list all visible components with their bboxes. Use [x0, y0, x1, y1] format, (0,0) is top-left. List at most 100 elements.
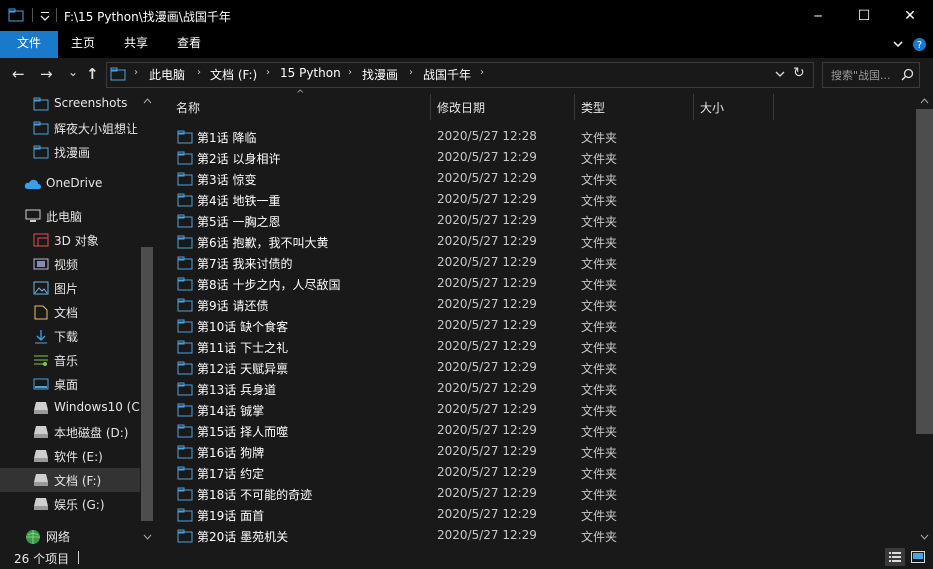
- sidebar-item-downloads[interactable]: 下载: [0, 324, 140, 348]
- sidebar-item-music[interactable]: 音乐: [0, 348, 140, 372]
- file-row[interactable]: 第20话 墨苑机关 2020/5/27 12:29 文件夹: [158, 525, 914, 546]
- file-row[interactable]: 第11话 下士之礼 2020/5/27 12:29 文件夹: [158, 336, 914, 357]
- file-type: 文件夹: [581, 509, 618, 523]
- file-type: 文件夹: [581, 215, 618, 229]
- tab-share[interactable]: 共享: [113, 31, 159, 58]
- breadcrumb-separator[interactable]: ›: [348, 67, 352, 78]
- column-divider[interactable]: [574, 94, 575, 120]
- tab-home[interactable]: 主页: [60, 31, 106, 58]
- address-bar[interactable]: › 此电脑 › 文档 (F:) › 15 Python › 找漫画 › 战国千年…: [106, 62, 814, 88]
- search-box[interactable]: 搜索"战国...: [822, 62, 920, 88]
- tab-file[interactable]: 文件: [0, 31, 58, 58]
- sidebar-item-pictures[interactable]: 图片: [0, 276, 140, 300]
- large-icons-view-button[interactable]: [908, 548, 928, 566]
- folder-icon: [177, 256, 193, 270]
- sidebar-scrollbar-thumb[interactable]: [141, 247, 153, 521]
- close-button[interactable]: ✕: [887, 0, 933, 31]
- sidebar-item-drive-c[interactable]: Windows10 (C: [0, 396, 140, 420]
- breadcrumb-this-pc[interactable]: 此电脑: [149, 66, 185, 83]
- file-row[interactable]: 第9话 请还债 2020/5/27 12:29 文件夹: [158, 294, 914, 315]
- file-row[interactable]: 第3话 惊变 2020/5/27 12:29 文件夹: [158, 168, 914, 189]
- breadcrumb-separator[interactable]: ›: [134, 67, 138, 78]
- file-row[interactable]: 第15话 择人而噬 2020/5/27 12:29 文件夹: [158, 420, 914, 441]
- file-row[interactable]: 第2话 以身相许 2020/5/27 12:29 文件夹: [158, 147, 914, 168]
- breadcrumb-15-python[interactable]: 15 Python: [280, 66, 341, 80]
- file-modified-date: 2020/5/27 12:29: [437, 171, 537, 185]
- file-list-scrollbar[interactable]: [916, 92, 933, 546]
- sidebar-item-network[interactable]: 网络: [0, 524, 140, 546]
- sidebar-item-drive-e[interactable]: 软件 (E:): [0, 444, 140, 468]
- sidebar-item-drive-f[interactable]: 文档 (F:): [0, 468, 140, 492]
- svg-text:?: ?: [917, 40, 922, 51]
- file-type: 文件夹: [581, 320, 618, 334]
- sidebar-item-screenshots[interactable]: Screenshots: [0, 92, 140, 116]
- breadcrumb-separator[interactable]: ›: [197, 67, 201, 78]
- file-row[interactable]: 第19话 面首 2020/5/27 12:29 文件夹: [158, 504, 914, 525]
- sidebar-item-3d-objects[interactable]: 3D 对象: [0, 228, 140, 252]
- recent-locations-button[interactable]: ⌄: [68, 64, 78, 80]
- sidebar-item-documents[interactable]: 文档: [0, 300, 140, 324]
- up-button[interactable]: ↑: [86, 66, 99, 82]
- sidebar-item-label: 网络: [46, 530, 71, 544]
- file-row[interactable]: 第12话 天赋异禀 2020/5/27 12:29 文件夹: [158, 357, 914, 378]
- column-header-name[interactable]: 名称: [176, 99, 200, 116]
- sidebar-item-desktop[interactable]: 桌面: [0, 372, 140, 396]
- back-button[interactable]: ←: [12, 66, 25, 82]
- drive-icon: [34, 426, 48, 438]
- ribbon-expand-icon[interactable]: [893, 41, 903, 49]
- breadcrumb-find-manga[interactable]: 找漫画: [362, 66, 398, 83]
- scroll-up-icon[interactable]: [143, 98, 152, 104]
- file-row[interactable]: 第10话 缺个食客 2020/5/27 12:29 文件夹: [158, 315, 914, 336]
- breadcrumb-separator[interactable]: ›: [409, 67, 413, 78]
- help-icon[interactable]: ?: [912, 37, 927, 52]
- file-row[interactable]: 第8话 十步之内，人尽敌国 2020/5/27 12:29 文件夹: [158, 273, 914, 294]
- breadcrumb-separator[interactable]: ›: [266, 67, 270, 78]
- file-type: 文件夹: [581, 362, 618, 376]
- file-type: 文件夹: [581, 194, 618, 208]
- details-view-button[interactable]: [885, 548, 905, 566]
- 3d-objects-icon: [33, 233, 49, 247]
- sidebar-item-this-pc[interactable]: 此电脑: [0, 204, 140, 228]
- search-placeholder[interactable]: 搜索"战国...: [831, 67, 891, 83]
- column-divider[interactable]: [693, 94, 694, 120]
- column-header-date[interactable]: 修改日期: [437, 99, 485, 116]
- minimize-button[interactable]: ─: [795, 0, 841, 31]
- column-header-type[interactable]: 类型: [581, 99, 605, 116]
- tab-view[interactable]: 查看: [166, 31, 212, 58]
- file-row[interactable]: 第1话 降临 2020/5/27 12:28 文件夹: [158, 126, 914, 147]
- forward-button[interactable]: →: [40, 66, 53, 82]
- maximize-button[interactable]: ☐: [841, 0, 887, 31]
- column-header-size[interactable]: 大小: [700, 99, 724, 116]
- sidebar-item-onedrive[interactable]: OneDrive: [0, 172, 140, 196]
- sidebar-item-find-manga[interactable]: 找漫画: [0, 140, 140, 164]
- column-divider[interactable]: [773, 94, 774, 120]
- file-list-scrollbar-thumb[interactable]: [916, 109, 933, 434]
- file-row[interactable]: 第5话 一胸之恩 2020/5/27 12:29 文件夹: [158, 210, 914, 231]
- scroll-down-icon[interactable]: [920, 534, 929, 540]
- sidebar-item-videos[interactable]: 视频: [0, 252, 140, 276]
- scroll-down-icon[interactable]: [143, 534, 152, 540]
- file-row[interactable]: 第16话 狗牌 2020/5/27 12:29 文件夹: [158, 441, 914, 462]
- file-row[interactable]: 第18话 不可能的奇迹 2020/5/27 12:29 文件夹: [158, 483, 914, 504]
- quick-access-dropdown-icon[interactable]: [40, 11, 50, 21]
- column-divider[interactable]: [430, 94, 431, 120]
- file-type: 文件夹: [581, 446, 618, 460]
- file-row[interactable]: 第7话 我来讨债的 2020/5/27 12:29 文件夹: [158, 252, 914, 273]
- sidebar-item-kaguya[interactable]: 辉夜大小姐想让: [0, 116, 140, 140]
- breadcrumb-separator[interactable]: ›: [480, 67, 484, 78]
- breadcrumb-current-folder[interactable]: 战国千年: [423, 66, 471, 83]
- sidebar-item-drive-g[interactable]: 娱乐 (G:): [0, 492, 140, 516]
- file-row[interactable]: 第6话 抱歉，我不叫大黄 2020/5/27 12:29 文件夹: [158, 231, 914, 252]
- address-dropdown-icon[interactable]: [775, 71, 785, 78]
- status-bar: 26 个项目: [0, 546, 933, 569]
- refresh-button[interactable]: ↻: [793, 65, 805, 81]
- file-row[interactable]: 第13话 兵身道 2020/5/27 12:29 文件夹: [158, 378, 914, 399]
- file-row[interactable]: 第14话 铖掌 2020/5/27 12:29 文件夹: [158, 399, 914, 420]
- sidebar-item-drive-d[interactable]: 本地磁盘 (D:): [0, 420, 140, 444]
- breadcrumb-documents-f[interactable]: 文档 (F:): [210, 66, 257, 83]
- file-row[interactable]: 第4话 地铁一重 2020/5/27 12:29 文件夹: [158, 189, 914, 210]
- file-row[interactable]: 第17话 约定 2020/5/27 12:29 文件夹: [158, 462, 914, 483]
- scroll-up-icon[interactable]: [920, 98, 929, 104]
- file-modified-date: 2020/5/27 12:29: [437, 213, 537, 227]
- search-icon[interactable]: [901, 68, 914, 81]
